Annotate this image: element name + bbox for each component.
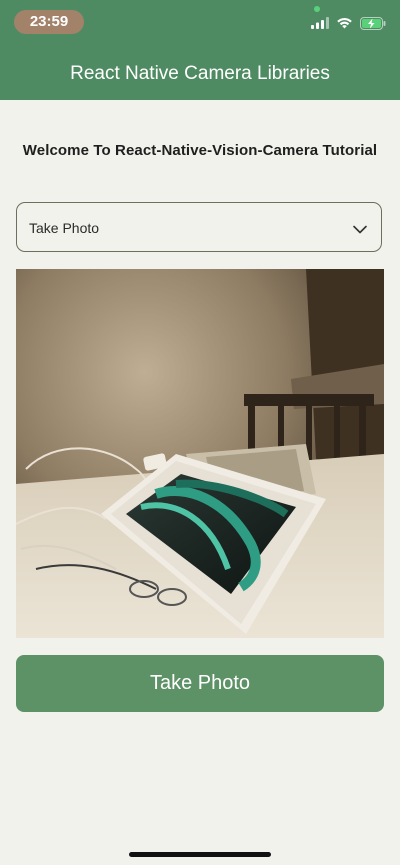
- home-indicator[interactable]: [129, 852, 271, 857]
- take-photo-button[interactable]: Take Photo: [16, 655, 384, 712]
- chevron-down-icon: [353, 221, 367, 239]
- photo-preview: [16, 269, 384, 638]
- welcome-heading: Welcome To React-Native-Vision-Camera Tu…: [22, 142, 378, 159]
- status-bar: 23:59: [0, 0, 400, 44]
- battery-charging-icon: [360, 16, 386, 30]
- mode-dropdown[interactable]: Take Photo: [16, 202, 382, 252]
- app-header: React Native Camera Libraries: [0, 44, 400, 100]
- page-title: React Native Camera Libraries: [70, 63, 330, 84]
- status-time: 23:59: [14, 10, 84, 34]
- privacy-indicator-dot: [314, 6, 320, 12]
- signal-icon: [311, 17, 329, 29]
- status-icons: [311, 14, 386, 32]
- dropdown-selected-value: Take Photo: [29, 220, 100, 236]
- wifi-icon: [336, 17, 353, 29]
